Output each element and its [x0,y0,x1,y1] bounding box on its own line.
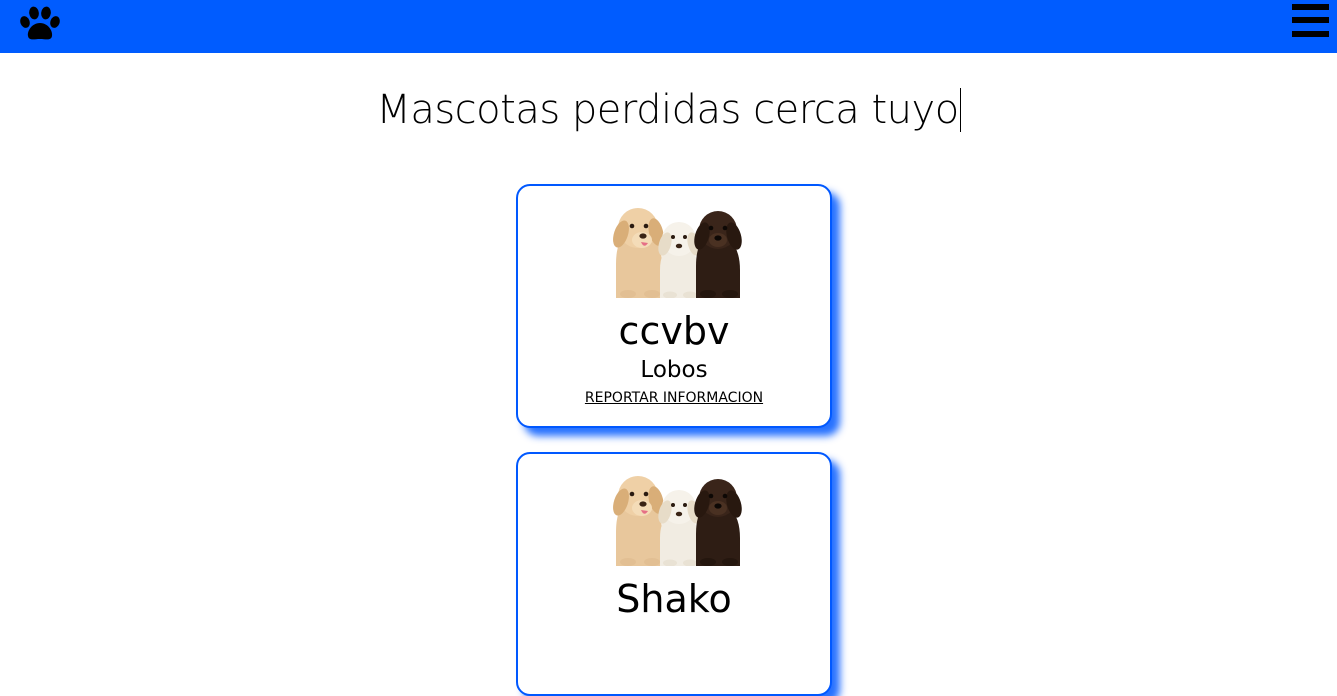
pet-card: Shako [516,452,832,696]
paw-icon[interactable] [19,6,61,42]
pet-location: Lobos [640,357,708,383]
pet-name: Shako [616,577,732,621]
pet-image [612,204,742,298]
pet-card: ccvbv Lobos REPORTAR INFORMACION [516,184,832,428]
page-title: Mascotas perdidas cerca tuyo [0,84,1337,136]
pet-name: ccvbv [618,309,730,353]
page-title-text: Mascotas perdidas cerca tuyo [376,87,959,133]
top-navbar [0,0,1337,53]
hamburger-menu-icon[interactable] [1292,4,1329,38]
report-info-link[interactable]: REPORTAR INFORMACION [518,389,830,407]
text-caret [959,88,961,132]
pet-image [612,472,742,566]
